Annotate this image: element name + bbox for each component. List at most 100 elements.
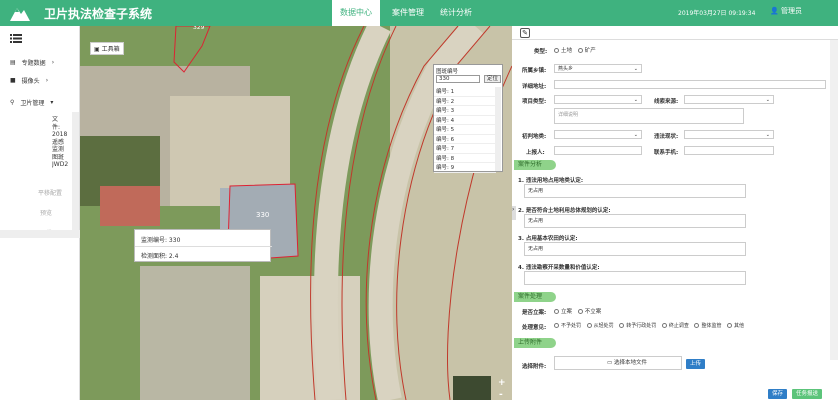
chevron-right-icon: › — [51, 59, 55, 66]
land-type-select[interactable]: ⌄ — [554, 130, 642, 139]
q3-label: 3. 占用基本农田的认定: — [518, 236, 578, 242]
project-type-select[interactable]: ⌄ — [554, 95, 642, 104]
violation-select[interactable]: ⌄ — [684, 130, 774, 139]
nav-data-center[interactable]: 数据中心 — [332, 0, 380, 26]
list-item[interactable]: 编号: 7 — [434, 144, 496, 154]
radio-opinion[interactable] — [586, 323, 592, 328]
list-item[interactable]: 编号: 9 — [434, 163, 496, 173]
zoom-in-button[interactable]: + — [498, 378, 506, 388]
sidebar-item-satellite[interactable]: ⚲ 卫片管理 ▾ — [10, 98, 53, 107]
file-info-line: 图斑 — [52, 153, 65, 161]
user-menu[interactable]: 👤 管理员 — [770, 6, 802, 16]
file-info-line: 2018 — [52, 131, 68, 138]
nav-statistics[interactable]: 统计分析 — [432, 0, 480, 26]
q2-input[interactable]: 无占用 — [524, 214, 746, 228]
type-radio-group[interactable]: 土地 矿产 — [550, 46, 596, 54]
popup-monitor-id: 监测编号: 330 — [141, 237, 181, 244]
radio-opinion[interactable] — [694, 323, 700, 328]
address-input[interactable] — [554, 80, 826, 89]
edit-icon[interactable]: ✎ — [520, 28, 530, 38]
chevron-right-icon: › — [45, 77, 49, 84]
chevron-down-icon: ⌄ — [765, 97, 770, 103]
q4-input[interactable] — [524, 271, 746, 285]
project-type-label: 项目类型: — [522, 99, 547, 105]
radio-land-label: 土地 — [561, 48, 573, 54]
spot-list-panel: 图斑编号 330 定位 编号: 1 编号: 2 编号: 3 编号: 4 编号: … — [433, 64, 503, 173]
file-info-line: 遥感 — [52, 138, 65, 146]
logo-icon — [10, 8, 30, 21]
list-item[interactable]: 编号: 4 — [434, 116, 496, 125]
polygon-label-330: 330 — [256, 211, 270, 219]
address-label: 详细地址: — [522, 84, 547, 90]
app-header: 卫片执法检查子系统 数据中心 案件管理 统计分析 2019年03月27日 09:… — [0, 0, 838, 26]
preview-button[interactable]: 预览 — [40, 208, 52, 217]
case-form-panel: ✎ › 类型: 土地 矿产 所属乡镇: 燕头乡 ⌄ 详细地址: 项目类型: ⌄ 线… — [512, 26, 838, 400]
q1-input[interactable]: 无占用 — [524, 184, 746, 198]
reporter-label: 上报人: — [526, 150, 545, 156]
sidebar-item-camera[interactable]: ■ 摄像头 › — [10, 76, 48, 85]
save-button[interactable]: 保存 — [768, 389, 788, 399]
sidebar-horizontal-scrollbar[interactable] — [0, 230, 80, 238]
radio-opinion-label: 转予行政处罚 — [626, 323, 657, 329]
town-select[interactable]: 燕头乡 ⌄ — [554, 64, 642, 73]
chevron-down-icon: ▾ — [50, 99, 54, 106]
radio-no-file[interactable] — [577, 309, 583, 314]
collapse-panel-handle[interactable]: › — [512, 206, 516, 220]
sidebar-vertical-scrollbar[interactable] — [72, 112, 79, 238]
radio-file-label: 立案 — [561, 309, 573, 315]
q4-label: 4. 违法勘察开采数量和价值认定: — [518, 265, 600, 271]
phone-input[interactable] — [684, 146, 774, 155]
q3-input[interactable]: 无占用 — [524, 242, 746, 256]
shift-config-button[interactable]: 平移配置 — [38, 188, 62, 197]
list-item[interactable]: 编号: 5 — [434, 125, 496, 135]
zoom-out-button[interactable]: - — [499, 390, 503, 400]
locate-button[interactable]: 定位 — [484, 75, 501, 83]
file-icon: ▭ — [607, 360, 613, 366]
sidebar-item-label: 专题数据 — [21, 60, 46, 67]
submit-task-button[interactable]: 任务报送 — [792, 389, 823, 399]
radio-land[interactable] — [554, 48, 559, 53]
opinion-radio-group[interactable]: 不予处罚 从轻处罚 转予行政处罚 终止调查 整体监管 其他 — [550, 322, 744, 329]
nav-case-management[interactable]: 案件管理 — [384, 0, 432, 26]
toolbox-icon: ▣ — [94, 46, 100, 53]
list-item[interactable]: 编号: 6 — [434, 135, 496, 144]
file-info-line: 监测 — [52, 146, 65, 153]
radio-file[interactable] — [554, 309, 559, 314]
toolbox-label: 工具箱 — [101, 46, 120, 53]
source-select[interactable]: ⌄ — [684, 95, 774, 104]
list-item[interactable]: 编号: 8 — [434, 154, 496, 163]
radio-opinion[interactable] — [661, 323, 667, 328]
detail-textarea[interactable]: 详细说明 — [554, 108, 744, 124]
satellite-icon: ⚲ — [10, 99, 15, 106]
reporter-input[interactable] — [554, 146, 642, 155]
sidebar-item-label: 摄像头 — [21, 78, 40, 85]
list-item[interactable]: 编号: 2 — [434, 97, 496, 106]
upload-button[interactable]: 上传 — [686, 359, 706, 369]
hamburger-icon[interactable] — [10, 34, 22, 43]
violation-label: 违法现状: — [654, 134, 679, 140]
attach-label: 选择附件: — [522, 364, 547, 370]
spot-search-input[interactable]: 330 — [436, 75, 480, 83]
radio-opinion[interactable] — [619, 323, 625, 328]
radio-opinion-label: 不予处罚 — [561, 323, 582, 329]
radio-opinion-label: 整体监管 — [701, 323, 722, 329]
list-item[interactable]: 编号: 1 — [434, 87, 496, 97]
section-case-handling: 案件处理 — [514, 292, 556, 302]
sidebar-item-thematic[interactable]: ▤ 专题数据 › — [10, 58, 54, 67]
spot-list-scrollbar[interactable] — [495, 87, 501, 171]
filing-label: 是否立案: — [522, 310, 547, 316]
q2-label: 2. 是否符合土地利用总体规划的认定: — [518, 208, 611, 214]
radio-opinion[interactable] — [554, 323, 559, 328]
file-info-line: JWD20 — [52, 161, 68, 168]
radio-mineral[interactable] — [577, 48, 583, 53]
list-item[interactable]: 编号: 3 — [434, 106, 496, 116]
radio-opinion[interactable] — [727, 323, 733, 328]
choose-file-button[interactable]: ▭ 选择本地文件 — [554, 356, 682, 370]
spot-list-title: 图斑编号 — [436, 69, 459, 75]
radio-opinion-label: 其他 — [734, 323, 745, 329]
filing-radio-group[interactable]: 立案 不立案 — [550, 307, 601, 315]
panel-scrollbar[interactable] — [830, 40, 838, 360]
phone-label: 联系手机: — [654, 150, 679, 156]
toolbox-button[interactable]: ▣ 工具箱 — [90, 42, 124, 55]
radio-mineral-label: 矿产 — [584, 48, 596, 54]
